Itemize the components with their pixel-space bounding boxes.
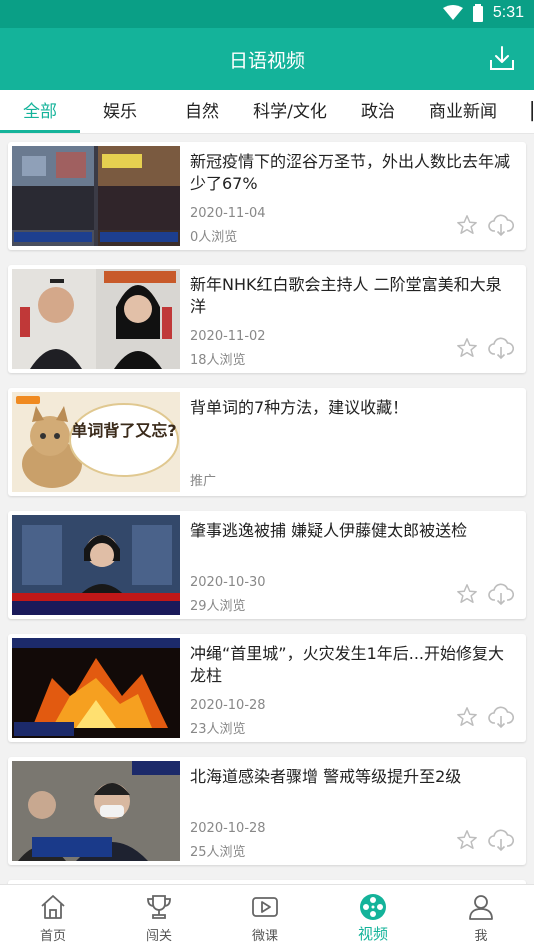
trophy-icon bbox=[147, 895, 171, 919]
video-views: 0人浏览 bbox=[190, 230, 238, 245]
wifi-icon bbox=[442, 5, 463, 20]
tab-indicator bbox=[0, 130, 80, 133]
video-views: 18人浏览 bbox=[190, 353, 246, 368]
tab-all[interactable]: 全部 bbox=[0, 90, 80, 133]
tab-business-news[interactable]: 商业新闻 bbox=[420, 90, 506, 133]
star-icon[interactable] bbox=[456, 583, 478, 605]
video-date: 2020-10-28 bbox=[190, 698, 266, 713]
video-date: 2020-10-30 bbox=[190, 575, 266, 590]
cloud-download-icon[interactable] bbox=[488, 704, 514, 730]
tab-politics[interactable]: 政治 bbox=[338, 90, 418, 133]
nav-home-label: 首页 bbox=[39, 929, 66, 944]
tab-nature[interactable]: 自然 bbox=[162, 90, 242, 133]
nav-video[interactable]: 视频 bbox=[320, 885, 426, 949]
promo-thumb-text: 单词背了又忘? bbox=[71, 421, 176, 440]
tab-overflow[interactable]: ▏ bbox=[528, 90, 534, 133]
video-date: 2020-10-28 bbox=[190, 821, 266, 836]
video-title: 冲绳“首里城”，火灾发生1年后...开始修复大龙柱 bbox=[190, 644, 505, 685]
cloud-download-icon[interactable] bbox=[488, 827, 514, 853]
video-date: 2020-11-02 bbox=[190, 329, 266, 344]
download-icon[interactable] bbox=[488, 44, 516, 72]
video-list[interactable]: 新冠疫情下的涩谷万圣节，外出人数比去年减少了67% 2020-11-04 0人浏… bbox=[0, 134, 534, 884]
video-title: 北海道感染者骤增 警戒等级提升至2级 bbox=[190, 767, 462, 786]
cloud-download-icon[interactable] bbox=[488, 212, 514, 238]
star-icon[interactable] bbox=[456, 337, 478, 359]
star-icon[interactable] bbox=[456, 829, 478, 851]
person-icon bbox=[469, 895, 493, 920]
film-reel-icon bbox=[360, 894, 386, 920]
nav-microlesson-label: 微课 bbox=[251, 929, 278, 944]
video-card[interactable]: 北海道感染者骤增 警戒等级提升至2级 2020-10-28 25人浏览 bbox=[8, 757, 526, 865]
tab-entertainment[interactable]: 娱乐 bbox=[80, 90, 160, 133]
video-date: 2020-11-04 bbox=[190, 206, 266, 221]
category-tabs: 全部 娱乐 自然 科学/文化 政治 商业新闻 ▏ bbox=[0, 90, 534, 134]
promo-tag: 推广 bbox=[190, 474, 217, 489]
nav-me-label: 我 bbox=[474, 929, 488, 944]
video-card[interactable]: 冲绳“首里城”，火灾发生1年后...开始修复大龙柱 2020-10-28 23人… bbox=[8, 634, 526, 742]
app-bar: 日语视频 bbox=[0, 28, 534, 90]
nav-home[interactable]: 首页 bbox=[0, 885, 106, 949]
clock: 5:31 bbox=[492, 4, 524, 21]
video-thumbnail[interactable] bbox=[12, 269, 180, 369]
play-icon bbox=[252, 897, 278, 917]
video-views: 25人浏览 bbox=[190, 845, 246, 860]
promo-thumbnail[interactable]: 单词背了又忘? bbox=[12, 392, 180, 492]
video-views: 23人浏览 bbox=[190, 722, 246, 737]
video-thumbnail[interactable] bbox=[12, 638, 180, 738]
video-views: 29人浏览 bbox=[190, 599, 246, 614]
star-icon[interactable] bbox=[456, 706, 478, 728]
video-thumbnail[interactable] bbox=[12, 146, 180, 246]
bottom-nav: 首页 闯关 微课 视频 我 bbox=[0, 884, 534, 949]
video-card[interactable]: 新冠疫情下的涩谷万圣节，外出人数比去年减少了67% 2020-11-04 0人浏… bbox=[8, 142, 526, 250]
home-icon bbox=[41, 895, 65, 919]
video-card[interactable]: 肇事逃逸被捕 嫌疑人伊藤健太郎被送检 2020-10-30 29人浏览 bbox=[8, 511, 526, 619]
video-title: 新冠疫情下的涩谷万圣节，外出人数比去年减少了67% bbox=[190, 152, 511, 193]
nav-challenge[interactable]: 闯关 bbox=[106, 885, 212, 949]
nav-challenge-label: 闯关 bbox=[145, 929, 172, 944]
status-bar: 5:31 bbox=[0, 0, 534, 28]
video-thumbnail[interactable] bbox=[12, 761, 180, 861]
cloud-download-icon[interactable] bbox=[488, 581, 514, 607]
video-card[interactable]: 新年NHK红白歌会主持人 二阶堂富美和大泉洋 2020-11-02 18人浏览 bbox=[8, 265, 526, 373]
nav-me[interactable]: 我 bbox=[428, 885, 534, 949]
battery-icon bbox=[472, 4, 483, 22]
cloud-download-icon[interactable] bbox=[488, 335, 514, 361]
video-title: 肇事逃逸被捕 嫌疑人伊藤健太郎被送检 bbox=[190, 521, 468, 540]
page-title: 日语视频 bbox=[228, 50, 305, 72]
nav-video-label: 视频 bbox=[357, 925, 388, 943]
tab-science-culture[interactable]: 科学/文化 bbox=[244, 90, 336, 133]
nav-microlesson[interactable]: 微课 bbox=[212, 885, 318, 949]
promo-title: 背单词的7种方法，建议收藏！ bbox=[190, 398, 409, 417]
video-thumbnail[interactable] bbox=[12, 515, 180, 615]
promo-card[interactable]: 单词背了又忘? 背单词的7种方法，建议收藏！ 推广 bbox=[8, 388, 526, 496]
star-icon[interactable] bbox=[456, 214, 478, 236]
video-title: 新年NHK红白歌会主持人 二阶堂富美和大泉洋 bbox=[190, 275, 502, 316]
